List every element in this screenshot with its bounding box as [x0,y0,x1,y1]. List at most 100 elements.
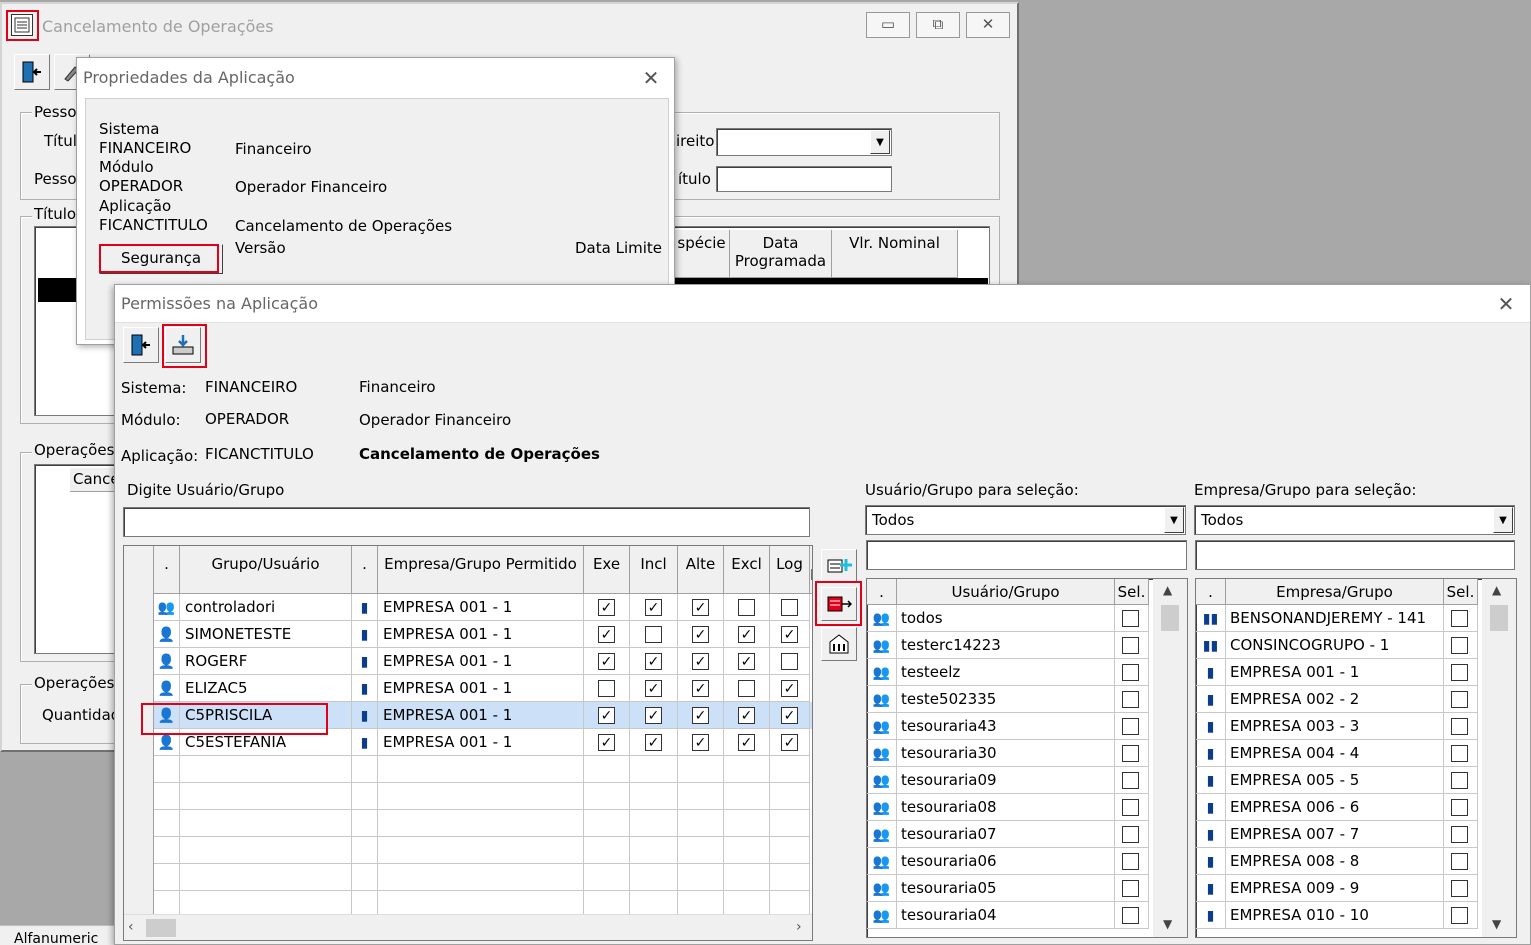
permission-incl-checkbox[interactable]: ✓ [645,734,662,751]
permission-alte-checkbox[interactable]: ✓ [692,653,709,670]
permission-exe-checkbox[interactable]: ✓ [598,734,615,751]
company-list-item[interactable]: ▮ EMPRESA 009 - 9 [1196,875,1480,902]
company-list-item[interactable]: ▮▮ CONSINCOGRUPO - 1 [1196,632,1480,659]
scroll-left-icon[interactable]: ‹ [128,919,134,935]
user-list-item[interactable]: 👥 tesouraria09 [867,767,1151,794]
user-list-item[interactable]: 👥 tesouraria04 [867,902,1151,929]
company-select[interactable]: Todos ▼ [1194,505,1515,535]
user-list-item[interactable]: 👥 tesouraria30 [867,740,1151,767]
user-select-checkbox[interactable] [1122,637,1139,654]
properties-close-icon[interactable]: ✕ [639,66,663,90]
user-list-grid[interactable]: . Usuário/Grupo Sel. 👥 todos 👥 testerc14223… [866,578,1188,938]
permission-log-checkbox[interactable] [781,653,798,670]
permission-row[interactable] [154,864,812,891]
scroll-down-icon[interactable]: ▼ [1492,917,1501,931]
permission-excl-checkbox[interactable]: ✓ [738,626,755,643]
search-input[interactable] [123,507,810,537]
permission-log-checkbox[interactable] [781,599,798,616]
scroll-up-icon[interactable]: ▲ [1163,583,1172,597]
permission-alte-checkbox[interactable]: ✓ [692,734,709,751]
company-list-grid[interactable]: . Empresa/Grupo Sel. ▮▮ BENSONANDJEREMY -… [1195,578,1517,938]
permission-incl-checkbox[interactable]: ✓ [645,653,662,670]
user-list-item[interactable]: 👥 tesouraria43 [867,713,1151,740]
company-list-item[interactable]: ▮ EMPRESA 010 - 10 [1196,902,1480,929]
user-filter-input[interactable] [866,540,1187,570]
scroll-thumb[interactable] [1161,605,1179,631]
user-select-checkbox[interactable] [1122,664,1139,681]
permission-row[interactable] [154,756,812,783]
permission-incl-checkbox[interactable] [645,626,662,643]
user-list-item[interactable]: 👥 tesouraria07 [867,821,1151,848]
user-select-checkbox[interactable] [1122,853,1139,870]
direito-select[interactable]: ▼ [716,128,892,156]
permission-alte-checkbox[interactable]: ✓ [692,680,709,697]
company-list-item[interactable]: ▮ EMPRESA 007 - 7 [1196,821,1480,848]
permission-excl-checkbox[interactable] [738,680,755,697]
permission-log-checkbox[interactable]: ✓ [781,707,798,724]
permission-log-checkbox[interactable]: ✓ [781,680,798,697]
user-list-vscrollbar[interactable]: ▲ ▼ [1153,579,1187,937]
permission-row[interactable]: 👤 ELIZAC5 ▮ EMPRESA 001 - 1 ✓ ✓ ✓ [154,675,812,702]
scroll-thumb[interactable] [146,919,176,937]
permission-exe-checkbox[interactable] [598,680,615,697]
company-select-checkbox[interactable] [1451,745,1468,762]
user-list-item[interactable]: 👥 testeelz [867,659,1151,686]
company-list-item[interactable]: ▮ EMPRESA 004 - 4 [1196,740,1480,767]
company-list-item[interactable]: ▮▮ BENSONANDJEREMY - 141 [1196,605,1480,632]
permission-row[interactable]: 👤 ROGERF ▮ EMPRESA 001 - 1 ✓ ✓ ✓ ✓ [154,648,812,675]
user-select-checkbox[interactable] [1122,880,1139,897]
user-list-item[interactable]: 👥 tesouraria05 [867,875,1151,902]
operacoes-grid[interactable] [34,464,124,654]
user-list-item[interactable]: 👥 tesouraria08 [867,794,1151,821]
company-list-item[interactable]: ▮ EMPRESA 005 - 5 [1196,767,1480,794]
permissions-close-icon[interactable]: ✕ [1493,291,1519,317]
permission-exe-checkbox[interactable]: ✓ [598,599,615,616]
permission-row[interactable] [154,810,812,837]
user-list-item[interactable]: 👥 teste502335 [867,686,1151,713]
permission-excl-checkbox[interactable]: ✓ [738,707,755,724]
user-select-checkbox[interactable] [1122,691,1139,708]
permission-exe-checkbox[interactable]: ✓ [598,707,615,724]
company-list-item[interactable]: ▮ EMPRESA 003 - 3 [1196,713,1480,740]
company-list-vscrollbar[interactable]: ▲ ▼ [1482,579,1516,937]
permission-row[interactable] [154,783,812,810]
user-select-checkbox[interactable] [1122,610,1139,627]
permission-incl-checkbox[interactable]: ✓ [645,680,662,697]
scroll-thumb[interactable] [1490,605,1508,631]
permission-excl-checkbox[interactable]: ✓ [738,653,755,670]
permission-exe-checkbox[interactable]: ✓ [598,626,615,643]
user-select-checkbox[interactable] [1122,745,1139,762]
company-select-checkbox[interactable] [1451,772,1468,789]
permission-exe-checkbox[interactable]: ✓ [598,653,615,670]
permission-excl-checkbox[interactable]: ✓ [738,734,755,751]
user-select-checkbox[interactable] [1122,907,1139,924]
minimize-button[interactable]: ▭ [866,12,910,38]
maximize-button[interactable]: ⧉ [916,12,960,38]
company-select-checkbox[interactable] [1451,853,1468,870]
permission-incl-checkbox[interactable]: ✓ [645,707,662,724]
user-select-checkbox[interactable] [1122,826,1139,843]
company-select-checkbox[interactable] [1451,799,1468,816]
permissions-grid[interactable]: . Grupo/Usuário . Empresa/Grupo Permitid… [123,545,813,941]
user-list-item[interactable]: 👥 todos [867,605,1151,632]
company-list-item[interactable]: ▮ EMPRESA 006 - 6 [1196,794,1480,821]
user-select-checkbox[interactable] [1122,718,1139,735]
company-select-checkbox[interactable] [1451,718,1468,735]
close-button[interactable]: ✕ [966,12,1010,38]
permission-row[interactable]: 👥 controladori ▮ EMPRESA 001 - 1 ✓ ✓ ✓ [154,594,812,621]
add-permission-button[interactable] [821,549,857,583]
company-list-item[interactable]: ▮ EMPRESA 002 - 2 [1196,686,1480,713]
permission-log-checkbox[interactable]: ✓ [781,626,798,643]
company-select-checkbox[interactable] [1451,907,1468,924]
user-select-checkbox[interactable] [1122,772,1139,789]
company-select-checkbox[interactable] [1451,664,1468,681]
permission-row[interactable] [154,837,812,864]
exit-toolbar-button[interactable] [14,54,50,90]
user-select[interactable]: Todos ▼ [865,505,1186,535]
company-select-checkbox[interactable] [1451,880,1468,897]
company-permission-button[interactable] [821,627,857,661]
company-filter-input[interactable] [1195,540,1515,570]
scroll-right-icon[interactable]: › [796,919,802,935]
grid-hscrollbar[interactable]: ‹ › [124,914,812,940]
user-list-item[interactable]: 👥 tesouraria06 [867,848,1151,875]
